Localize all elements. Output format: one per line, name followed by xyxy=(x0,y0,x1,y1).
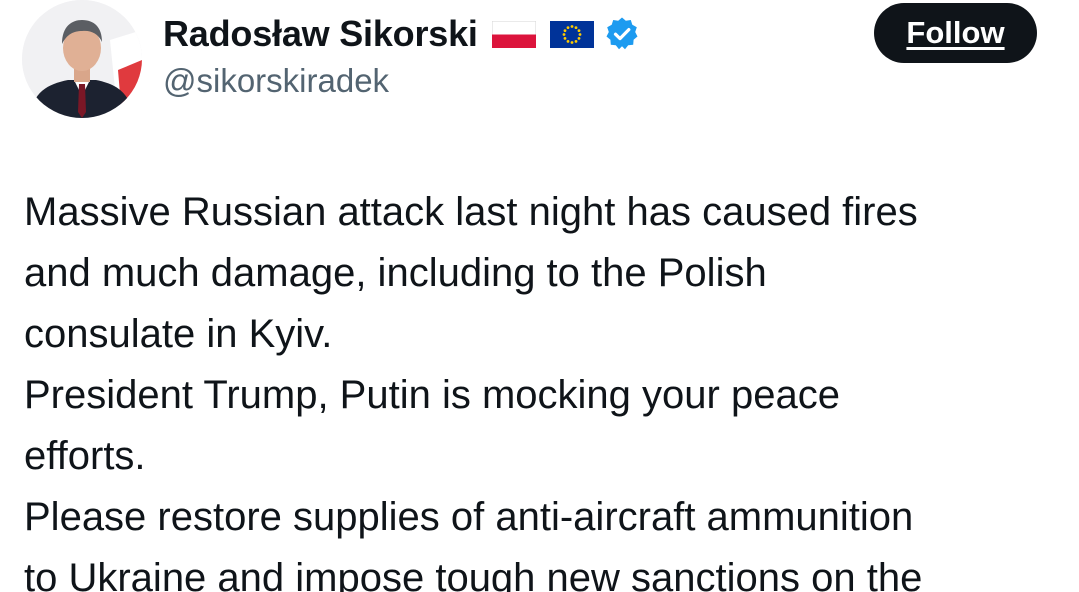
flag-poland-icon xyxy=(491,20,536,48)
tweet-text-line: efforts. xyxy=(24,434,146,478)
tweet-text-line: Please restore supplies of anti-aircraft… xyxy=(24,495,914,539)
author-name-row: Radosław Sikorski xyxy=(163,12,640,56)
flag-eu-icon xyxy=(549,20,594,48)
tweet-text-line: President Trump, Putin is mocking your p… xyxy=(24,373,840,417)
tweet-text-line: to Ukraine and impose tough new sanction… xyxy=(24,556,923,592)
avatar[interactable] xyxy=(22,0,142,118)
follow-button[interactable]: Follow xyxy=(874,3,1037,63)
tweet-text-line: Massive Russian attack last night has ca… xyxy=(24,190,918,234)
tweet-text-line: consulate in Kyiv. xyxy=(24,312,333,356)
display-name[interactable]: Radosław Sikorski xyxy=(163,13,478,55)
user-handle[interactable]: @sikorskiradek xyxy=(163,62,389,100)
tweet-text-line: and much damage, including to the Polish xyxy=(24,251,767,295)
tweet-text: Massive Russian attack last night has ca… xyxy=(24,182,1064,592)
verified-badge-icon[interactable] xyxy=(604,16,640,52)
